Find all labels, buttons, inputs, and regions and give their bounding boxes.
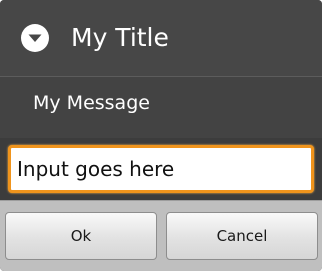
dialog-input-area (0, 138, 322, 200)
dialog-button-bar: Ok Cancel (0, 200, 322, 271)
dialog-message-area: My Message (0, 77, 322, 138)
cancel-button[interactable]: Cancel (166, 212, 318, 260)
dialog-title: My Title (71, 23, 169, 52)
dialog-title-bar: My Title (0, 0, 322, 77)
alert-dialog: My Title My Message Ok Cancel (0, 0, 325, 275)
dialog-message: My Message (33, 92, 150, 114)
ok-button[interactable]: Ok (5, 212, 157, 260)
text-input-field[interactable] (8, 145, 314, 193)
circle-chevron-down-icon (20, 23, 50, 53)
dialog-frame: My Title My Message Ok Cancel (0, 0, 322, 271)
